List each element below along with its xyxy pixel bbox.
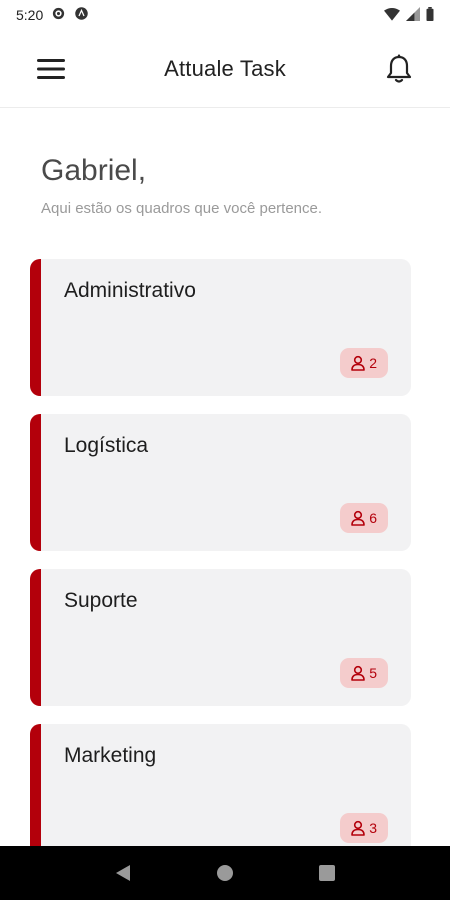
- system-navigation-bar: [0, 846, 450, 900]
- battery-icon: [426, 6, 434, 24]
- app-screen: 5:20 Attuale Task Gabriel, Aqui estão os…: [0, 0, 450, 900]
- back-triangle-icon: [116, 865, 130, 881]
- greeting-subtitle: Aqui estão os quadros que você pertence.: [41, 200, 323, 217]
- status-time: 5:20: [16, 7, 44, 23]
- status-right: [384, 6, 434, 24]
- notifications-button[interactable]: [384, 54, 414, 84]
- recents-square-icon: [319, 865, 335, 881]
- back-button[interactable]: [114, 863, 132, 883]
- member-count-badge: 2: [340, 348, 388, 378]
- board-title: Logística: [64, 434, 149, 457]
- app-title: Attuale Task: [164, 55, 286, 81]
- board-title: Marketing: [64, 744, 157, 767]
- member-count: 3: [369, 820, 377, 836]
- status-bar: 5:20: [0, 0, 450, 30]
- settings-gear-icon: [51, 6, 66, 24]
- hamburger-menu-icon: [37, 58, 65, 79]
- member-count: 6: [369, 510, 377, 526]
- board-card-administrativo[interactable]: Administrativo 2: [30, 259, 411, 396]
- board-title: Suporte: [64, 589, 138, 612]
- signal-icon: [406, 6, 420, 24]
- member-count: 5: [369, 665, 377, 681]
- home-button[interactable]: [216, 864, 234, 882]
- member-count: 2: [369, 355, 377, 371]
- person-icon: [351, 510, 366, 526]
- home-circle-icon: [217, 865, 233, 881]
- app-notification-icon: [74, 6, 89, 24]
- menu-button[interactable]: [36, 54, 66, 84]
- greeting-name: Gabriel,: [41, 154, 147, 187]
- person-icon: [351, 355, 366, 371]
- recents-button[interactable]: [318, 864, 336, 882]
- board-card-marketing[interactable]: Marketing 3: [30, 724, 411, 861]
- boards-list: Administrativo 2 Logística 6 Suporte 5 M…: [30, 259, 411, 879]
- member-count-badge: 6: [340, 503, 388, 533]
- person-icon: [351, 665, 366, 681]
- status-left: 5:20: [16, 6, 89, 24]
- board-card-suporte[interactable]: Suporte 5: [30, 569, 411, 706]
- bell-icon: [386, 54, 412, 83]
- person-icon: [351, 820, 366, 836]
- app-bar: Attuale Task: [0, 30, 450, 108]
- member-count-badge: 3: [340, 813, 388, 843]
- member-count-badge: 5: [340, 658, 388, 688]
- board-title: Administrativo: [64, 279, 196, 302]
- board-card-logistica[interactable]: Logística 6: [30, 414, 411, 551]
- wifi-icon: [384, 7, 400, 24]
